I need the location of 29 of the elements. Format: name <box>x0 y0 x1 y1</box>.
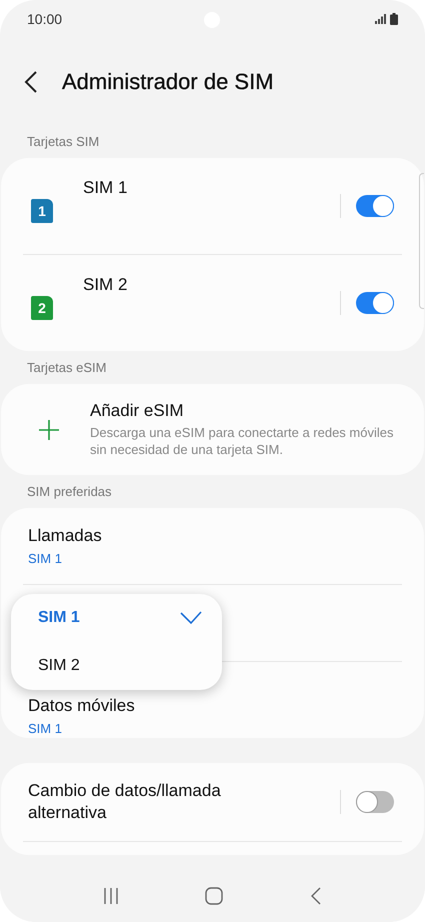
section-label: Tarjetas eSIM <box>26 359 108 377</box>
setting-title: Cambio de datos/llamada alternativa <box>28 780 222 824</box>
sim-name: SIM 1 <box>83 178 128 198</box>
add-esim-description: Descarga una eSIM para conectarte a redes móviles sin necesidad de una tarjeta SIM. <box>90 424 394 458</box>
section-label: Tarjetas SIM <box>26 133 100 151</box>
checkmark-icon <box>180 611 202 625</box>
chevron-left-icon <box>24 70 38 92</box>
battery-icon <box>390 13 398 25</box>
toggle-switch[interactable] <box>356 292 394 314</box>
setting-value: SIM 1 <box>28 721 63 736</box>
chevron-left-icon <box>310 887 322 905</box>
rounded-square-icon <box>205 887 224 905</box>
setting-title: Llamadas <box>28 526 103 546</box>
toggle-switch[interactable] <box>356 791 394 813</box>
setting-value: SIM 1 <box>28 551 63 566</box>
setting-title: Datos móviles <box>28 696 136 716</box>
sim-card-icon: 1 <box>31 199 53 223</box>
toggle-switch[interactable] <box>356 195 394 217</box>
sim-name: SIM 2 <box>83 275 128 295</box>
page-title: Administrador de SIM <box>62 68 274 94</box>
dropdown-option[interactable]: SIM 1 <box>11 594 222 642</box>
plus-icon <box>38 418 60 440</box>
sim-card-icon: 2 <box>31 296 53 320</box>
add-esim-title: Añadir eSIM <box>90 401 185 421</box>
signal-icon <box>375 14 387 24</box>
section-label: SIM preferidas <box>26 483 113 501</box>
dropdown-option[interactable]: SIM 2 <box>11 642 222 690</box>
status-time: 10:00 <box>27 11 62 27</box>
three-lines-icon <box>103 887 120 905</box>
